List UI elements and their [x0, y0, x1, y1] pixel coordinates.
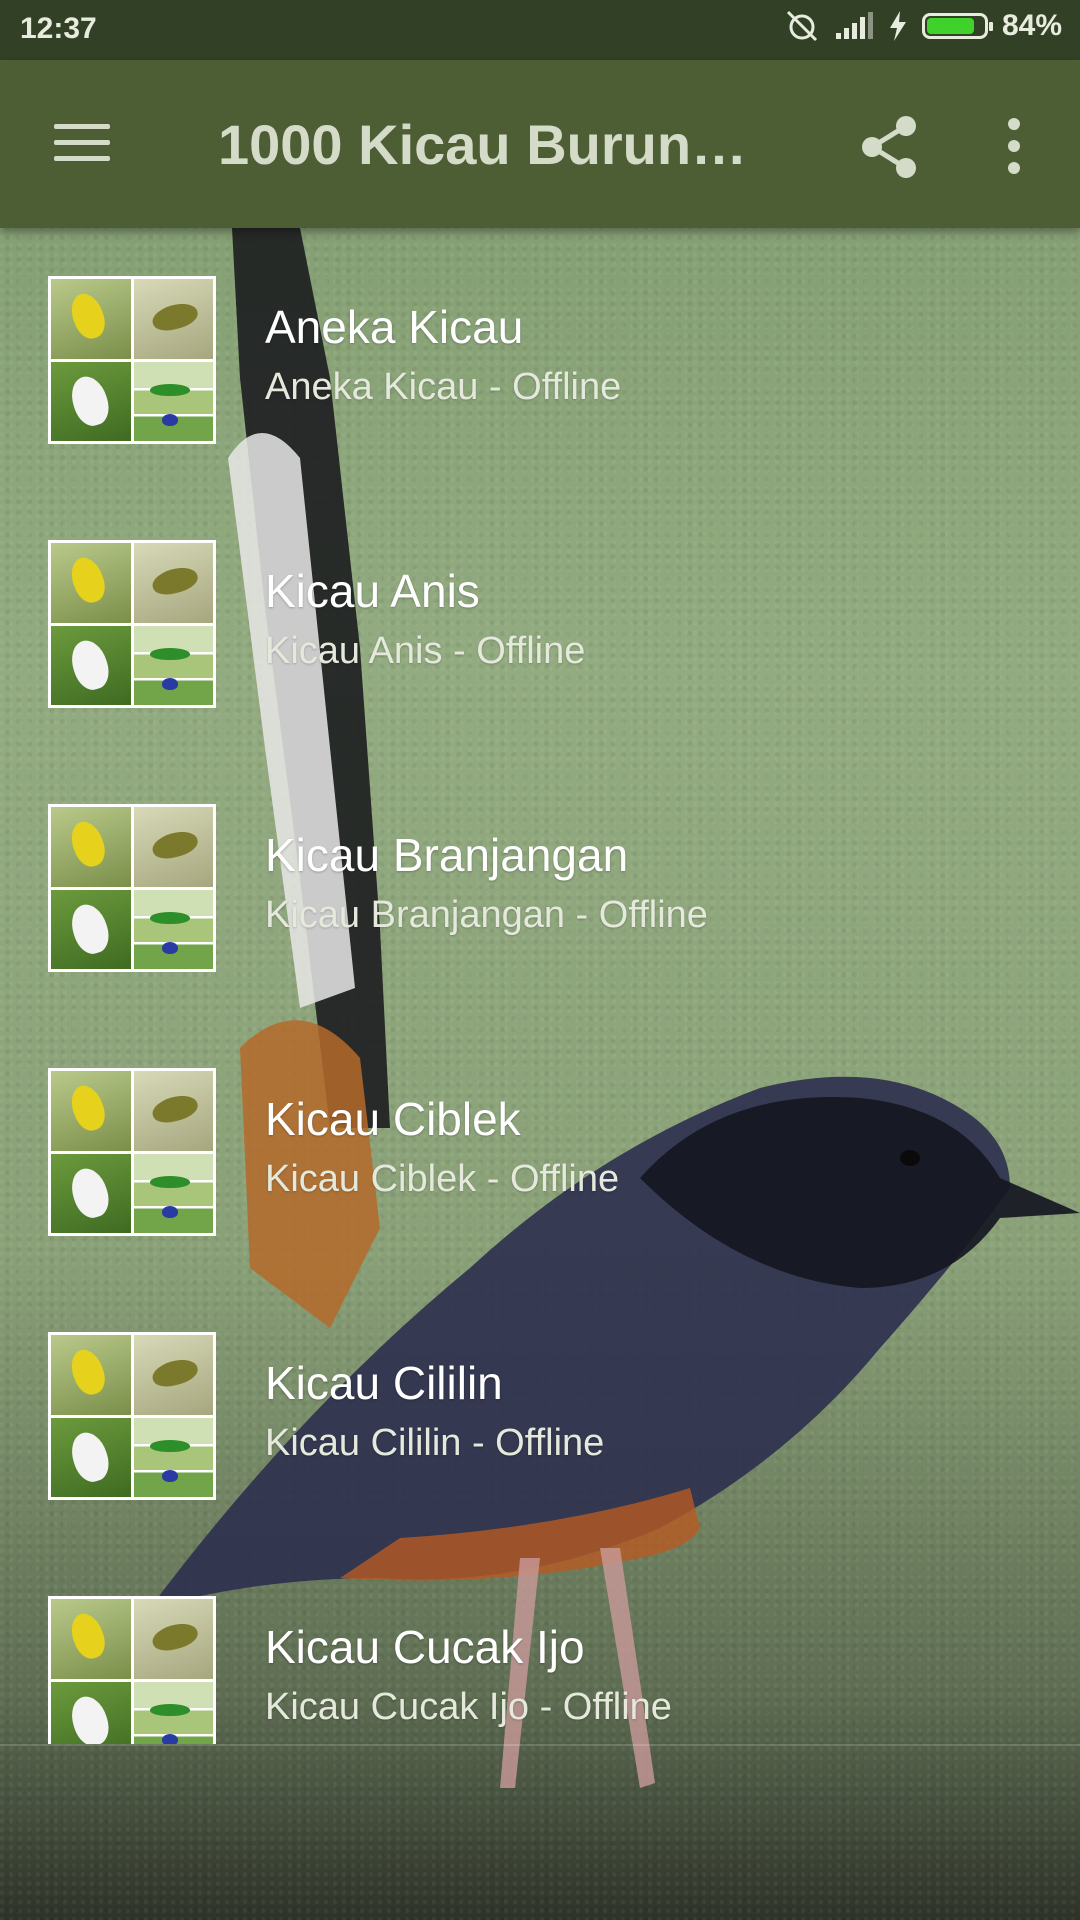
bird-collage-thumbnail	[48, 540, 216, 708]
list-item-title: Kicau Cililin	[265, 1357, 503, 1409]
white-bird-image	[51, 361, 131, 441]
alarm-off-icon	[786, 10, 818, 42]
green-birds-image	[133, 1681, 213, 1744]
green-birds-image	[133, 1417, 213, 1497]
bird-collage-thumbnail	[48, 1068, 216, 1236]
yellow-bird-image	[51, 1071, 131, 1151]
green-birds-image	[133, 361, 213, 441]
list-item-subtitle: Aneka Kicau - Offline	[265, 366, 622, 408]
olive-bird-image	[133, 1071, 213, 1151]
list-item-title: Kicau Anis	[265, 565, 480, 617]
list-item-title: Aneka Kicau	[265, 301, 524, 353]
green-birds-image	[133, 889, 213, 969]
list-item-title: Kicau Cucak Ijo	[265, 1621, 585, 1673]
status-bar: 12:37 84%	[0, 0, 1080, 60]
list-item-subtitle: Kicau Cililin - Offline	[265, 1422, 605, 1464]
list-item[interactable]: Kicau Cucak Ijo Kicau Cucak Ijo - Offlin…	[0, 1548, 1080, 1744]
share-icon[interactable]	[858, 114, 920, 180]
yellow-bird-image	[51, 1335, 131, 1415]
bird-collage-thumbnail	[48, 804, 216, 972]
bird-collage-thumbnail	[48, 1596, 216, 1744]
list-item[interactable]: Kicau Cililin Kicau Cililin - Offline	[0, 1284, 1080, 1548]
menu-icon[interactable]	[52, 120, 112, 166]
page-title: 1000 Kicau Burung Offline	[218, 113, 778, 176]
list-item[interactable]: Kicau Branjangan Kicau Branjangan - Offl…	[0, 756, 1080, 1020]
more-vert-icon[interactable]	[1000, 116, 1028, 176]
list-item[interactable]: Kicau Ciblek Kicau Ciblek - Offline	[0, 1020, 1080, 1284]
charging-icon	[889, 11, 906, 41]
olive-bird-image	[133, 1335, 213, 1415]
yellow-bird-image	[51, 543, 131, 623]
bird-collage-thumbnail	[48, 1332, 216, 1500]
green-birds-image	[133, 625, 213, 705]
list-item-subtitle: Kicau Cucak Ijo - Offline	[265, 1686, 672, 1728]
list-bottom-divider	[0, 1744, 1080, 1746]
bird-collage-thumbnail	[48, 276, 216, 444]
status-time: 12:37	[20, 12, 97, 45]
sound-list: Aneka Kicau Aneka Kicau - Offline Kicau …	[0, 228, 1080, 1744]
white-bird-image	[51, 625, 131, 705]
battery-icon	[921, 13, 993, 39]
olive-bird-image	[133, 279, 213, 359]
battery-percent: 84%	[1001, 9, 1062, 42]
white-bird-image	[51, 1681, 131, 1744]
yellow-bird-image	[51, 279, 131, 359]
list-item[interactable]: Kicau Anis Kicau Anis - Offline	[0, 492, 1080, 756]
list-item-title: Kicau Ciblek	[265, 1093, 521, 1145]
yellow-bird-image	[51, 807, 131, 887]
list-item-title: Kicau Branjangan	[265, 829, 629, 881]
app-screen: 12:37 84% 1000 Kicau Burung Aneka Kicau …	[0, 0, 1080, 1920]
list-item-subtitle: Kicau Branjangan - Offline	[265, 894, 708, 936]
olive-bird-image	[133, 807, 213, 887]
list-item-subtitle: Kicau Ciblek - Offline	[265, 1158, 620, 1200]
signal-icon	[835, 12, 873, 39]
white-bird-image	[51, 1417, 131, 1497]
status-icons: 84%	[784, 8, 1062, 44]
battery-level-fill	[926, 18, 974, 34]
yellow-bird-image	[51, 1599, 131, 1679]
list-item[interactable]: Aneka Kicau Aneka Kicau - Offline	[0, 228, 1080, 492]
olive-bird-image	[133, 543, 213, 623]
olive-bird-image	[133, 1599, 213, 1679]
green-birds-image	[133, 1153, 213, 1233]
toolbar: 1000 Kicau Burung Offline	[0, 60, 1080, 228]
list-item-subtitle: Kicau Anis - Offline	[265, 630, 586, 672]
white-bird-image	[51, 889, 131, 969]
white-bird-image	[51, 1153, 131, 1233]
